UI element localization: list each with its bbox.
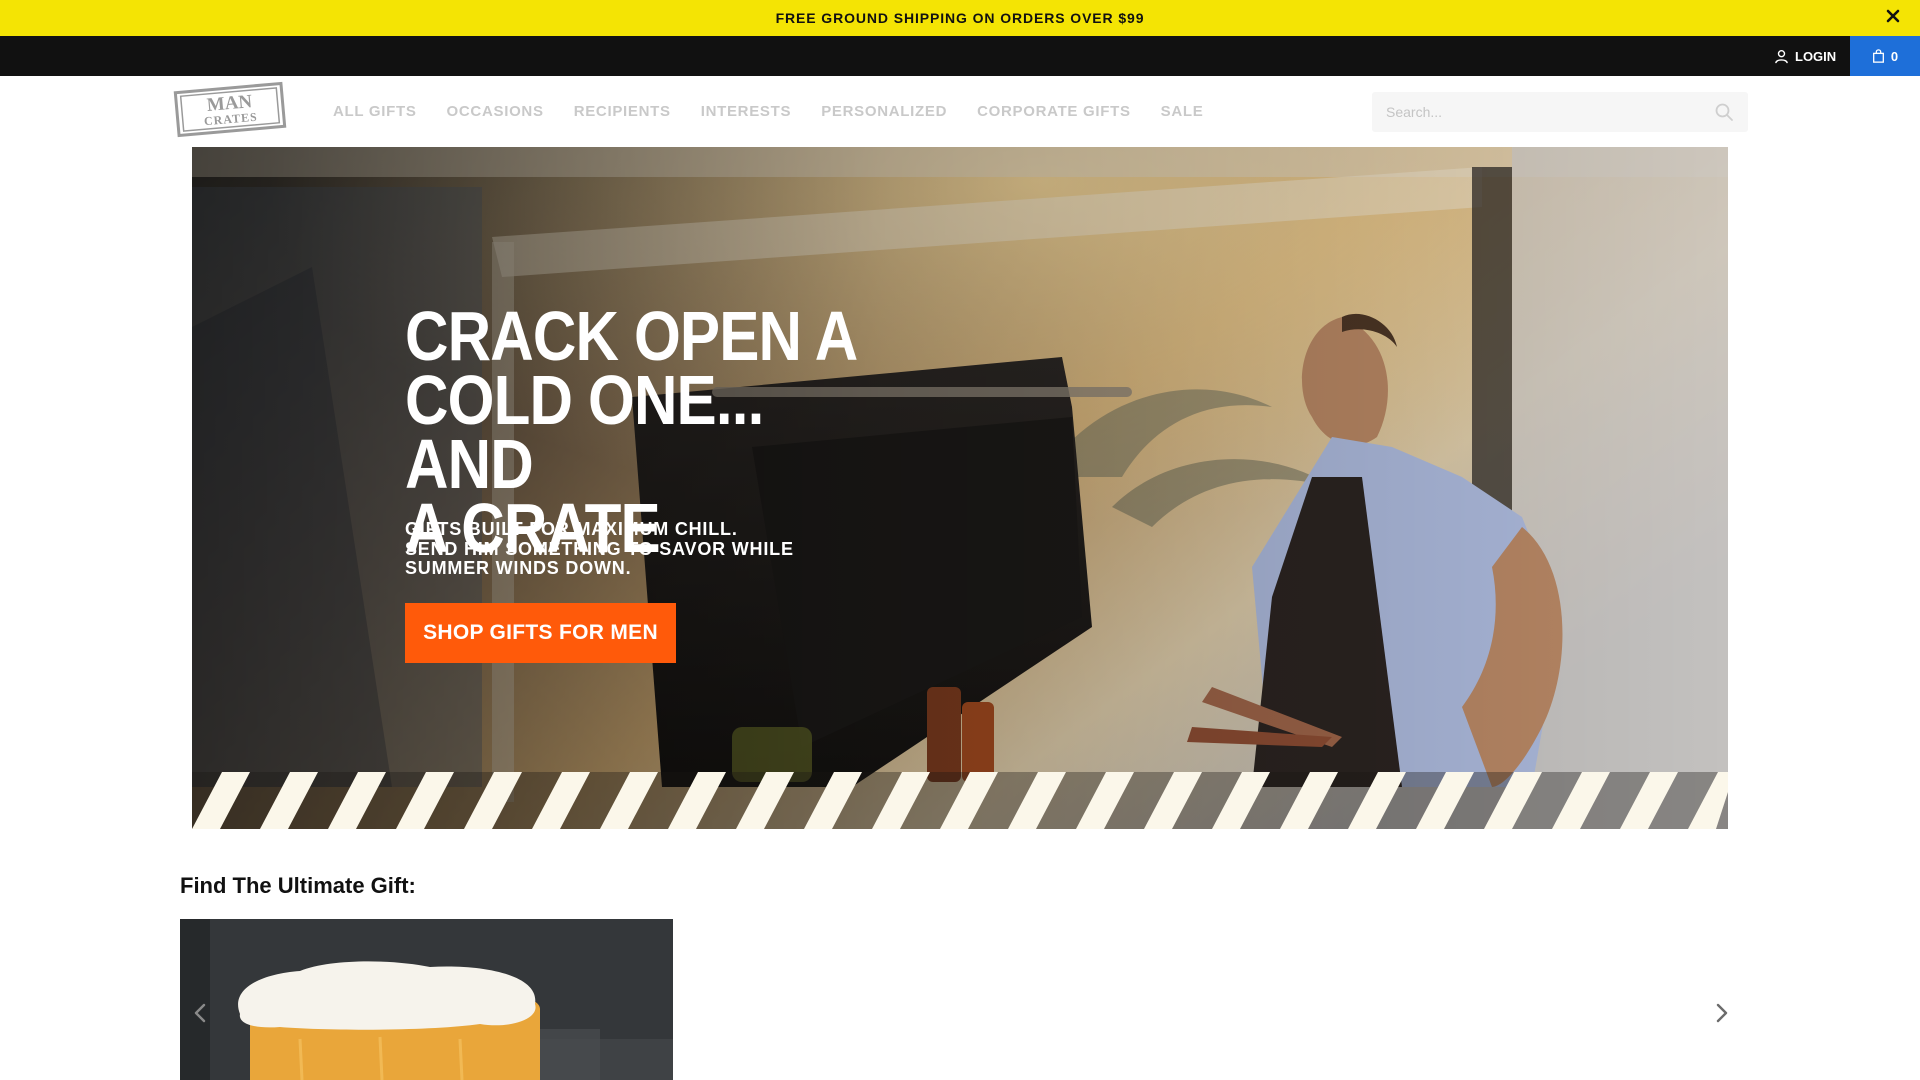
utility-bar: LOGIN 0 xyxy=(0,36,1920,76)
login-label: LOGIN xyxy=(1795,48,1837,64)
shop-gifts-for-men-button[interactable]: SHOP GIFTS FOR MEN xyxy=(405,603,676,663)
search-bar xyxy=(1372,92,1748,132)
nav-item-all-gifts[interactable]: ALL GIFTS xyxy=(333,103,417,120)
chevron-left-icon[interactable] xyxy=(186,999,214,1027)
man-crates-logo[interactable]: MAN CRATES xyxy=(173,81,287,138)
hero-banner[interactable]: CRACK OPEN A COLD ONE... AND A CRATE GIF… xyxy=(192,147,1728,829)
cart-count: 0 xyxy=(1890,48,1899,64)
close-icon[interactable] xyxy=(1880,3,1906,29)
beer-glass-image xyxy=(180,919,673,1080)
nav-item-sale[interactable]: SALE xyxy=(1161,103,1204,120)
main-nav: MAN CRATES ALL GIFTS OCCASIONS RECIPIENT… xyxy=(0,76,1920,147)
promo-text: FREE GROUND SHIPPING ON ORDERS OVER $99 xyxy=(775,10,1145,26)
search-icon[interactable] xyxy=(1714,102,1734,122)
promo-bar: FREE GROUND SHIPPING ON ORDERS OVER $99 xyxy=(0,0,1920,36)
hazard-stripes xyxy=(192,772,1728,829)
nav-menu: ALL GIFTS OCCASIONS RECIPIENTS INTERESTS… xyxy=(333,76,1203,147)
chevron-right-icon[interactable] xyxy=(1708,999,1736,1027)
gift-category-card[interactable] xyxy=(180,919,673,1080)
hero-subtext: GIFTS BUILT FOR MAXIMUM CHILL. SEND HIM … xyxy=(405,519,794,578)
nav-item-interests[interactable]: INTERESTS xyxy=(701,103,791,120)
gift-finder-title: Find The Ultimate Gift: xyxy=(180,873,416,898)
nav-item-recipients[interactable]: RECIPIENTS xyxy=(574,103,671,120)
nav-item-corporate-gifts[interactable]: CORPORATE GIFTS xyxy=(977,103,1131,120)
nav-item-occasions[interactable]: OCCASIONS xyxy=(447,103,544,120)
login-link[interactable]: LOGIN xyxy=(1774,36,1836,76)
user-icon xyxy=(1775,49,1788,63)
cart-button[interactable]: 0 xyxy=(1850,36,1920,76)
shopping-bag-icon xyxy=(1872,49,1884,63)
gift-carousel xyxy=(180,919,1740,1080)
nav-item-personalized[interactable]: PERSONALIZED xyxy=(821,103,947,120)
search-input[interactable] xyxy=(1386,104,1714,120)
